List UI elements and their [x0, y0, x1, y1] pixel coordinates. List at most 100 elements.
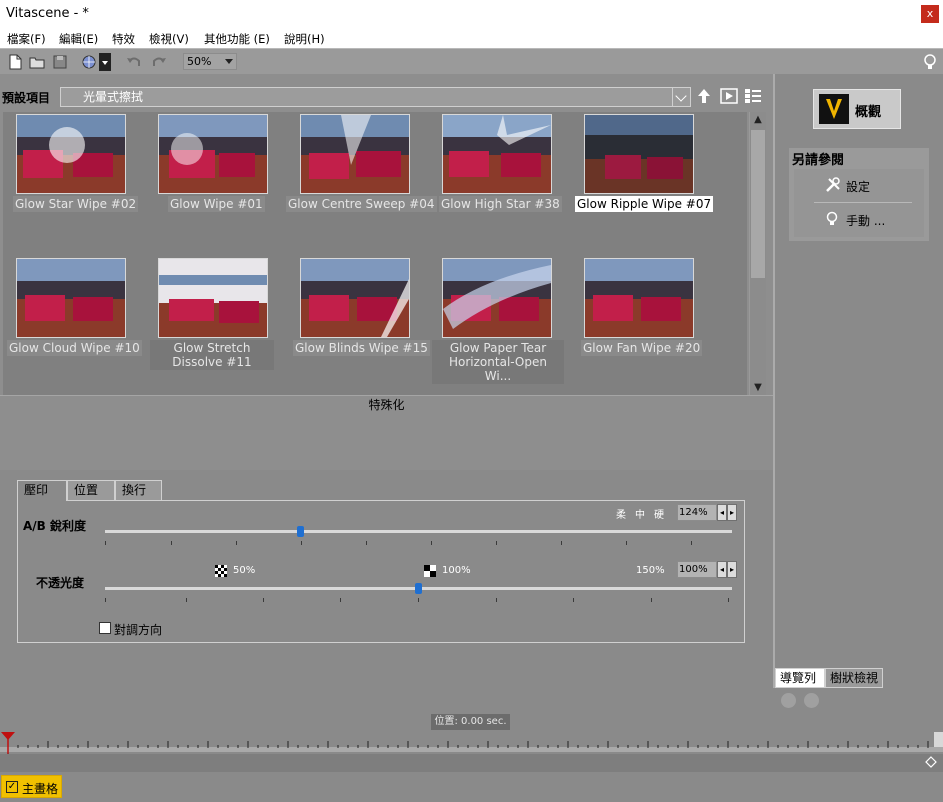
- property-panel: 壓印 位置 換行 A/B 銳利度 柔 中 硬 124% ◂ ▸ 不透光度 50%…: [17, 480, 745, 643]
- see-also-links: 設定 手動 ...: [794, 169, 924, 237]
- tab-wrap[interactable]: 換行: [115, 480, 162, 500]
- scrollbar-thumb[interactable]: [751, 130, 765, 278]
- preset-thumbnail: [16, 114, 126, 194]
- invert-direction-checkbox[interactable]: [99, 622, 111, 634]
- decrement-icon[interactable]: ◂: [717, 504, 727, 521]
- preset-scrollbar[interactable]: ▲ ▼: [749, 112, 766, 396]
- overview-label: 概觀: [855, 105, 882, 120]
- sharpness-slider[interactable]: [105, 530, 732, 533]
- render-dropdown-icon[interactable]: [99, 53, 111, 71]
- slider-tick: [626, 541, 627, 545]
- preset-grid: Glow Star Wipe #02 Glow Wipe #01 Glow Ce…: [3, 112, 747, 396]
- sharpness-slider-handle[interactable]: [297, 526, 304, 537]
- chevron-down-icon: [672, 88, 690, 106]
- menu-view[interactable]: 檢視(V): [149, 31, 189, 47]
- tools-icon: [826, 177, 840, 192]
- forward-arrow-icon[interactable]: [804, 693, 819, 708]
- scroll-down-icon[interactable]: ▼: [750, 380, 766, 396]
- opacity-mark-150: 150%: [636, 565, 665, 576]
- see-also-title: 另請參閱: [792, 153, 845, 168]
- preset-label: Glow Star Wipe #02: [13, 196, 139, 212]
- imprint-settings: A/B 銳利度 柔 中 硬 124% ◂ ▸ 不透光度 50% 100% 150…: [17, 500, 745, 643]
- divider: [814, 202, 912, 203]
- slider-tick: [728, 598, 729, 602]
- back-arrow-icon[interactable]: [781, 693, 796, 708]
- timeline[interactable]: [0, 732, 943, 772]
- preset-label: Glow Fan Wipe #20: [581, 340, 703, 356]
- preset-thumbnail: [442, 258, 552, 338]
- menu-effects[interactable]: 特效: [112, 31, 135, 47]
- preset-label: Glow Wipe #01: [168, 196, 265, 212]
- preset-thumbnail: [16, 258, 126, 338]
- decrement-icon[interactable]: ◂: [717, 561, 727, 578]
- preset-thumbnail: [300, 114, 410, 194]
- play-icon[interactable]: [720, 87, 738, 105]
- timeline-track[interactable]: [0, 754, 943, 772]
- menu-bar: 檔案(F) 編輯(E) 特效 檢視(V) 其他功能 (E) 說明(H): [0, 28, 943, 48]
- list-view-icon[interactable]: [744, 87, 762, 105]
- undo-icon[interactable]: [125, 53, 143, 71]
- sharpness-label: A/B 銳利度: [23, 519, 86, 533]
- preset-thumbnail: [300, 258, 410, 338]
- menu-edit[interactable]: 編輯(E): [59, 31, 98, 47]
- preset-thumbnail: [158, 258, 268, 338]
- menu-file[interactable]: 檔案(F): [7, 31, 46, 47]
- lightbulb-icon[interactable]: [922, 53, 938, 71]
- position-readout: 位置: 0.00 sec.: [431, 714, 510, 730]
- tab-imprint[interactable]: 壓印: [17, 480, 67, 501]
- slider-tick: [236, 541, 237, 545]
- open-folder-icon[interactable]: [28, 53, 46, 71]
- lightbulb-icon: [826, 211, 838, 225]
- main-story-checkbox[interactable]: ✓: [6, 781, 18, 793]
- preset-category-select[interactable]: 光暈式擦拭: [60, 87, 691, 107]
- opacity-mark-50: 50%: [233, 565, 256, 576]
- slider-tick: [171, 541, 172, 545]
- redo-icon[interactable]: [150, 53, 168, 71]
- opacity-slider-handle[interactable]: [415, 583, 422, 594]
- increment-icon[interactable]: ▸: [727, 504, 737, 521]
- opacity-value[interactable]: 100%: [677, 561, 717, 578]
- slider-tick: [263, 598, 264, 602]
- render-globe-icon[interactable]: [80, 53, 98, 71]
- timeline-ruler[interactable]: [0, 732, 943, 754]
- preset-label: Glow Stretch Dissolve #11: [150, 340, 274, 370]
- preset-thumbnail: [584, 258, 694, 338]
- settings-link[interactable]: 設定: [846, 178, 870, 195]
- preset-label: Glow Centre Sweep #04: [286, 196, 437, 212]
- tab-tree-view[interactable]: 樹狀檢視: [825, 668, 883, 688]
- slider-tick: [496, 598, 497, 602]
- sharpness-spinner[interactable]: 124% ◂ ▸: [677, 504, 739, 522]
- sharpness-value[interactable]: 124%: [677, 504, 717, 521]
- preset-label: Glow High Star #38: [439, 196, 562, 212]
- toolbar: 50%: [0, 48, 943, 74]
- slider-tick: [105, 541, 106, 545]
- overview-button[interactable]: 概觀: [813, 89, 901, 129]
- slider-tick: [366, 541, 367, 545]
- see-also-section: 另請參閱 設定 手動 ...: [789, 148, 929, 241]
- opacity-spinner[interactable]: 100% ◂ ▸: [677, 561, 739, 579]
- window-title: Vitascene - *: [6, 6, 89, 21]
- preset-label: 預設項目: [2, 91, 51, 105]
- sharpness-medium-label: 中: [635, 510, 645, 521]
- slider-tick: [496, 541, 497, 545]
- manual-link[interactable]: 手動 ...: [846, 212, 885, 229]
- preset-label: Glow Cloud Wipe #10: [7, 340, 142, 356]
- preset-thumbnail: [158, 114, 268, 194]
- new-file-icon[interactable]: [6, 53, 24, 71]
- tab-position[interactable]: 位置: [67, 480, 115, 500]
- zoom-select[interactable]: 50%: [183, 53, 237, 70]
- scroll-up-icon[interactable]: ▲: [750, 112, 766, 128]
- tab-navigation[interactable]: 導覽列: [775, 668, 825, 688]
- preset-category-value: 光暈式擦拭: [83, 90, 144, 104]
- menu-extras[interactable]: 其他功能 (E): [204, 31, 270, 47]
- slider-tick: [561, 541, 562, 545]
- slider-tick: [431, 541, 432, 545]
- main-story-toggle[interactable]: ✓ 主畫格: [1, 775, 62, 798]
- keyframe-end-icon[interactable]: [925, 756, 937, 768]
- increment-icon[interactable]: ▸: [727, 561, 737, 578]
- save-icon[interactable]: [51, 53, 69, 71]
- close-button[interactable]: x: [921, 5, 939, 23]
- menu-help[interactable]: 說明(H): [284, 31, 325, 47]
- preset-thumbnail: [442, 114, 552, 194]
- arrow-up-icon[interactable]: [695, 87, 713, 105]
